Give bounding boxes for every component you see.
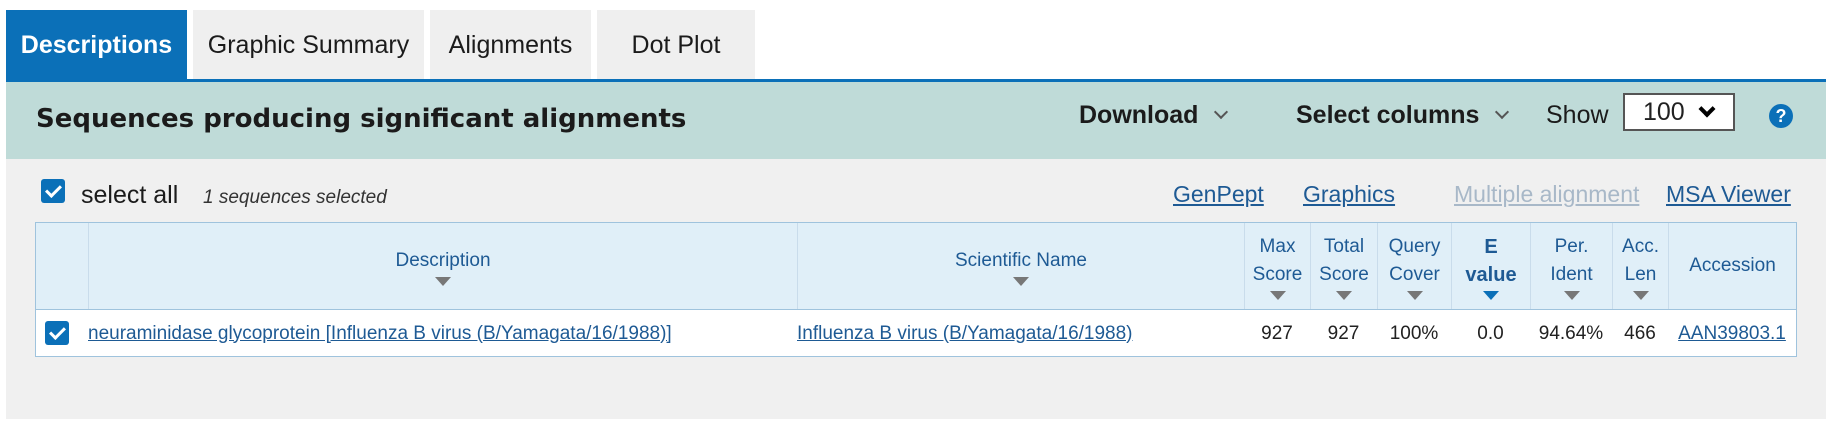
table-row: neuraminidase glycoprotein [Influenza B … (36, 309, 1796, 356)
genpept-link[interactable]: GenPept (1173, 181, 1264, 208)
multiple-alignment-link: Multiple alignment (1454, 181, 1640, 207)
sort-icon (1269, 290, 1286, 300)
tab-alignments[interactable]: Alignments (430, 10, 591, 80)
selected-count: 1 sequences selected (203, 187, 387, 208)
row-checkbox[interactable] (45, 321, 69, 345)
checkbox-column-header (36, 223, 88, 309)
graphics-link[interactable]: Graphics (1303, 181, 1395, 208)
column-header-label: Description (395, 249, 491, 271)
query-cover-cell: 100% (1389, 322, 1439, 344)
help-icon[interactable]: ? (1769, 104, 1793, 128)
column-header-acc-len[interactable]: Acc. Len (1612, 223, 1668, 309)
accession-cell: AAN39803.1 (1668, 310, 1796, 357)
column-header-scientific-name[interactable]: Scientific Name (797, 223, 1244, 309)
column-header-query-cover[interactable]: Query Cover (1377, 223, 1451, 309)
acc-len-cell: 466 (1624, 322, 1656, 344)
column-header-label: Query (1388, 235, 1441, 257)
select-all-label[interactable]: select all (81, 181, 178, 210)
column-header-max-score[interactable]: Max Score (1244, 223, 1310, 309)
column-header-label: Total (1323, 235, 1365, 257)
column-header-label: Ident (1550, 263, 1593, 285)
column-header-label: Cover (1389, 263, 1440, 285)
show-count-value: 100 (1643, 97, 1685, 126)
chevron-down-icon (1214, 104, 1229, 119)
chevron-down-icon (1495, 104, 1510, 119)
results-content: select all 1 sequences selected GenPept … (6, 159, 1826, 419)
select-columns-menu[interactable]: Select columns (1296, 101, 1510, 130)
column-header-label: Scientific Name (955, 249, 1087, 271)
sort-icon (1013, 276, 1029, 286)
accession-link[interactable]: AAN39803.1 (1678, 323, 1786, 345)
column-header-total-score[interactable]: Total Score (1310, 223, 1377, 309)
page-title: Sequences producing significant alignmen… (36, 104, 687, 134)
column-header-e-value[interactable]: E value (1451, 223, 1530, 309)
column-header-accession[interactable]: Accession (1668, 223, 1796, 309)
results-table: Description Scientific Name Max Score To… (35, 222, 1797, 357)
select-all-checkbox[interactable] (41, 179, 65, 203)
tab-dot-plot[interactable]: Dot Plot (597, 10, 755, 80)
sort-icon (1483, 290, 1499, 300)
chevron-down-icon (1698, 100, 1716, 118)
results-header: Sequences producing significant alignmen… (6, 82, 1826, 159)
e-value-cell: 0.0 (1477, 322, 1504, 344)
show-label: Show (1546, 101, 1609, 129)
sort-icon (1336, 290, 1352, 300)
column-header-label: Len (1624, 263, 1657, 285)
sort-icon (1563, 290, 1580, 300)
select-columns-label: Select columns (1296, 101, 1480, 129)
table-header: Description Scientific Name Max Score To… (36, 223, 1796, 309)
description-cell: neuraminidase glycoprotein [Influenza B … (88, 310, 797, 357)
show-count-select[interactable]: 100 (1623, 93, 1735, 131)
per-ident-cell: 94.64% (1538, 322, 1604, 344)
total-score-cell: 927 (1327, 322, 1360, 344)
max-score-cell: 927 (1261, 322, 1293, 344)
column-header-label: Acc. (1622, 235, 1659, 257)
download-label: Download (1079, 101, 1199, 129)
scientific-name-link[interactable]: Influenza B virus (B/Yamagata/16/1988) (797, 323, 1133, 345)
column-header-label: E (1484, 235, 1498, 258)
column-header-label: Accession (1689, 255, 1776, 276)
column-header-label: value (1465, 263, 1517, 286)
sort-icon (1632, 290, 1649, 300)
download-menu[interactable]: Download (1079, 101, 1229, 130)
column-header-per-ident[interactable]: Per. Ident (1530, 223, 1612, 309)
column-header-label: Per. (1554, 235, 1589, 257)
results-tabs: Descriptions Graphic Summary Alignments … (6, 10, 761, 80)
tab-graphic-summary[interactable]: Graphic Summary (193, 10, 424, 80)
sort-icon (1406, 290, 1423, 300)
msa-viewer-link[interactable]: MSA Viewer (1666, 181, 1791, 208)
column-header-label: Score (1319, 263, 1369, 285)
description-link[interactable]: neuraminidase glycoprotein [Influenza B … (88, 323, 672, 345)
tab-descriptions[interactable]: Descriptions (6, 10, 187, 80)
scientific-name-cell: Influenza B virus (B/Yamagata/16/1988) (797, 310, 1244, 357)
column-header-label: Score (1252, 263, 1303, 285)
sort-icon (435, 276, 451, 286)
column-header-label: Max (1259, 235, 1296, 257)
column-header-description[interactable]: Description (88, 223, 797, 309)
